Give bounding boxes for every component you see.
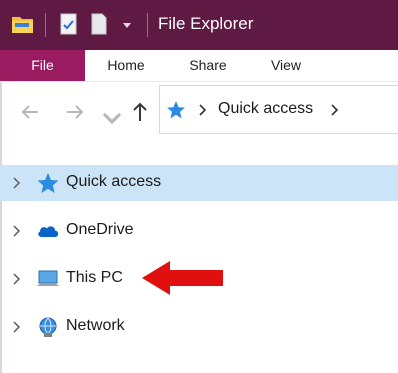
breadcrumb-quick-access[interactable]: Quick access xyxy=(218,100,313,118)
tree-item-onedrive[interactable]: OneDrive xyxy=(0,213,398,249)
window-title: File Explorer xyxy=(158,14,254,33)
cloud-icon xyxy=(38,226,59,237)
folder-icon[interactable] xyxy=(11,13,35,35)
computer-icon xyxy=(37,270,59,286)
network-icon xyxy=(39,317,57,337)
star-icon xyxy=(37,173,59,193)
recent-dropdown-icon[interactable] xyxy=(100,106,124,130)
dropdown-icon[interactable] xyxy=(122,22,132,30)
up-arrow-icon[interactable] xyxy=(128,100,152,124)
properties-icon[interactable] xyxy=(58,12,80,36)
chevron-right-icon[interactable] xyxy=(10,224,24,238)
tab-share[interactable]: Share xyxy=(178,50,238,81)
chevron-right-icon[interactable] xyxy=(10,176,24,190)
tab-home[interactable]: Home xyxy=(96,50,156,81)
star-icon xyxy=(167,101,185,119)
tree-item-label: Quick access xyxy=(66,173,162,190)
tree-item-label: Network xyxy=(66,317,125,334)
toolbar-separator xyxy=(147,13,148,37)
back-arrow-icon[interactable] xyxy=(18,100,42,124)
address-bar[interactable]: Quick access xyxy=(159,85,398,134)
tree-item-network[interactable]: Network xyxy=(0,309,398,345)
annotation-arrow-icon xyxy=(142,261,223,295)
chevron-right-icon[interactable] xyxy=(10,320,24,334)
tab-file[interactable]: File xyxy=(0,50,85,81)
tree-item-label: This PC xyxy=(66,269,123,286)
tree-item-label: OneDrive xyxy=(66,221,134,238)
new-folder-icon[interactable] xyxy=(90,12,108,36)
title-bar: File Explorer xyxy=(0,0,398,50)
tree-item-quick-access[interactable]: Quick access xyxy=(0,165,398,201)
breadcrumb-chevron-icon[interactable] xyxy=(330,104,340,116)
ribbon-tabs: File Home Share View xyxy=(0,50,398,82)
toolbar-separator xyxy=(45,13,46,37)
forward-arrow-icon[interactable] xyxy=(63,100,87,124)
breadcrumb-chevron-icon[interactable] xyxy=(198,104,208,116)
chevron-right-icon[interactable] xyxy=(10,272,24,286)
tab-view[interactable]: View xyxy=(256,50,316,81)
